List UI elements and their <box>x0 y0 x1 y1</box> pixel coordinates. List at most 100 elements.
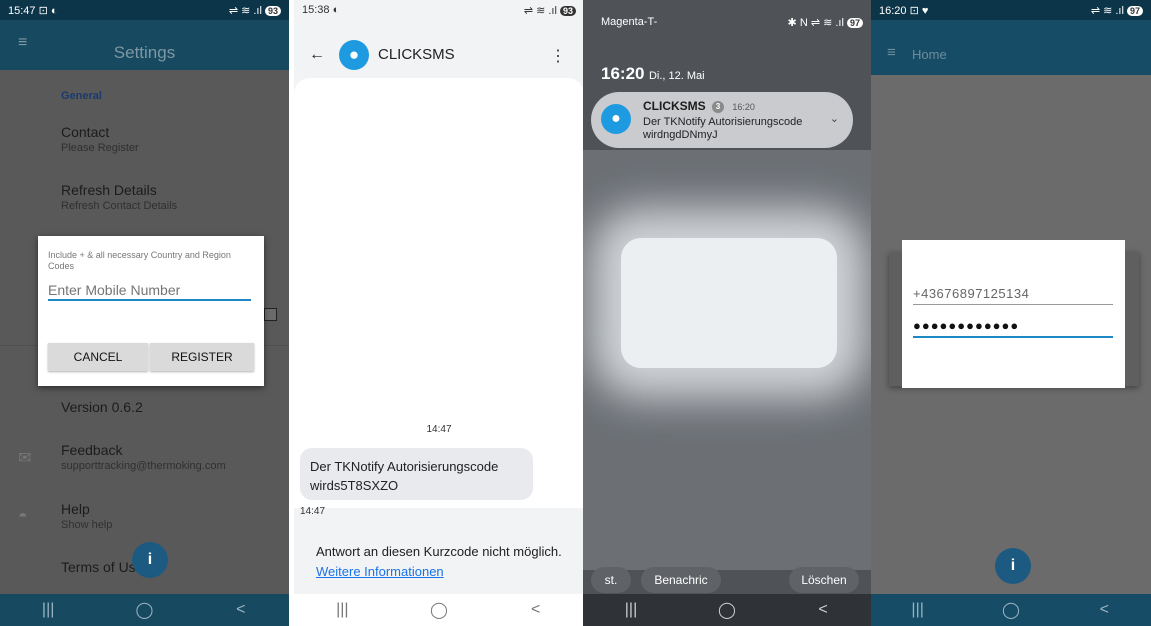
settings-screen: 15:47 ⊡ ◐ ⇌ ≋ .ıl 93 ≡ Settings General … <box>0 0 289 626</box>
notification-time: 16:20 <box>732 102 755 112</box>
thread-timestamp: 14:47 <box>426 424 452 435</box>
signal-icons: ✱ N ⇌ ≋ .ıl <box>787 17 844 29</box>
message-bubble[interactable]: Der TKNotify Autorisierungscode wirds5T8… <box>300 448 533 500</box>
settings-item-refresh-details[interactable]: Refresh Details Refresh Contact Details <box>61 182 177 212</box>
back-button[interactable]: < <box>1084 601 1124 619</box>
status-time: 15:38 <box>302 4 330 16</box>
register-button[interactable]: REGISTER <box>150 343 254 371</box>
mail-icon: ✉ <box>18 450 32 467</box>
dialog-hint: Include + & all necessary Country and Re… <box>48 250 231 271</box>
clear-button[interactable]: Löschen <box>789 567 859 593</box>
system-nav-bar: ||| ◯ < <box>871 594 1151 626</box>
conversation-header: ← ● CLICKSMS ⋮ <box>294 20 584 78</box>
info-fab-button[interactable]: i <box>132 542 168 578</box>
messages-screen: 15:38 ◐ ⇌ ≋ .ıl 93 ← ● CLICKSMS ⋮ 14:47 … <box>294 0 584 626</box>
blurred-content <box>621 238 837 368</box>
notification-count-badge: 3 <box>712 100 725 113</box>
recents-button[interactable]: ||| <box>28 601 68 619</box>
item-title: Contact <box>61 124 110 140</box>
clock-date: Di., 12. Mai <box>648 70 705 82</box>
recents-button[interactable]: ||| <box>322 601 362 619</box>
status-bar: 16:20 ⊡ ♥ ⇌ ≋ .ıl 97 <box>871 0 1151 20</box>
back-button[interactable]: < <box>221 601 261 619</box>
status-left-icons: ⊡ ♥ <box>909 5 929 17</box>
shade-action-left[interactable]: st. <box>591 567 631 593</box>
back-arrow-icon[interactable]: ← <box>309 46 325 64</box>
notification-shade: Magenta-T- ✱ N ⇌ ≋ .ıl 97 16:20 Di., 12.… <box>583 0 871 626</box>
back-button[interactable]: < <box>516 601 556 619</box>
verification-dialog: +43676897125134 ●●●●●●●●●●●● <box>902 240 1125 388</box>
item-title: Help <box>61 501 90 517</box>
more-options-icon[interactable]: ⋮ <box>550 46 566 66</box>
message-thread <box>294 78 584 508</box>
notification-message: Der TKNotify Autorisierungscode wirdngdD… <box>643 116 803 141</box>
status-left-icons: ◐ <box>332 4 340 16</box>
status-bar: Magenta-T- ✱ N ⇌ ≋ .ıl 97 <box>583 12 871 32</box>
info-fab-button[interactable]: i <box>995 548 1031 584</box>
help-icon: ◓ <box>18 508 28 525</box>
section-header-general: General <box>61 90 102 102</box>
status-bar: 15:47 ⊡ ◐ ⇌ ≋ .ıl 93 <box>0 0 289 20</box>
app-bar: ≡ Settings <box>0 20 289 70</box>
system-nav-bar: ||| ◯ < <box>294 594 584 626</box>
cancel-button[interactable]: CANCEL <box>48 343 148 371</box>
item-subtitle: supporttracking@thermoking.com <box>61 460 226 472</box>
mobile-number-input[interactable] <box>48 281 251 301</box>
battery-icon: 93 <box>559 6 576 16</box>
status-bar: 15:38 ◐ ⇌ ≋ .ıl 93 <box>294 0 584 20</box>
code-password-field[interactable]: ●●●●●●●●●●●● <box>913 318 1113 338</box>
recents-button[interactable]: ||| <box>898 601 938 619</box>
settings-item-help[interactable]: Help Show help <box>61 501 112 531</box>
chevron-down-icon[interactable]: ⌄ <box>830 112 839 125</box>
sms-notification[interactable]: ● CLICKSMS 3 16:20 Der TKNotify Autorisi… <box>591 92 853 148</box>
register-dialog: Include + & all necessary Country and Re… <box>38 236 264 386</box>
message-timestamp: 14:47 <box>300 506 326 517</box>
more-info-link[interactable]: Weitere Informationen <box>316 564 444 579</box>
system-nav-bar: ||| ◯ < <box>583 594 871 626</box>
home-button[interactable]: ◯ <box>991 600 1031 620</box>
app-bar: ≡ Home <box>871 20 1151 75</box>
item-title: Refresh Details <box>61 182 157 198</box>
reply-notice: Antwort an diesen Kurzcode nicht möglich… <box>294 524 584 594</box>
home-button[interactable]: ◯ <box>707 600 747 620</box>
settings-item-contact[interactable]: Contact Please Register <box>61 124 139 154</box>
battery-icon: 97 <box>1126 6 1143 16</box>
battery-icon: 93 <box>264 6 281 16</box>
settings-item-version: Version 0.6.2 <box>61 399 143 415</box>
battery-icon: 97 <box>846 18 863 28</box>
home-screen: 16:20 ⊡ ♥ ⇌ ≋ .ıl 97 ≡ Home +43676897125… <box>871 0 1151 626</box>
notification-settings-button[interactable]: Benachric <box>641 567 721 593</box>
carrier-name: Magenta-T- <box>601 16 658 28</box>
item-title: Version 0.6.2 <box>61 399 143 415</box>
page-title: Settings <box>113 43 176 62</box>
item-subtitle: Refresh Contact Details <box>61 200 178 212</box>
back-button[interactable]: < <box>803 601 843 619</box>
signal-icons: ⇌ ≋ .ıl <box>523 5 557 17</box>
info-icon: i <box>1010 557 1016 574</box>
signal-icons: ⇌ ≋ .ıl <box>1090 5 1124 17</box>
notice-text: Antwort an diesen Kurzcode nicht möglich… <box>316 544 562 559</box>
shade-clock: 16:20 Di., 12. Mai <box>601 64 705 84</box>
system-nav-bar: ||| ◯ < <box>0 594 289 626</box>
page-title: Home <box>912 47 947 62</box>
info-icon: i <box>147 551 153 568</box>
signal-icons: ⇌ ≋ .ıl <box>228 5 262 17</box>
contact-avatar-icon[interactable]: ● <box>339 40 369 70</box>
hamburger-menu-icon[interactable]: ≡ <box>887 44 896 61</box>
messages-app-icon: ● <box>601 104 631 134</box>
item-subtitle: Please Register <box>61 142 139 154</box>
status-time: 16:20 <box>879 5 907 17</box>
recents-button[interactable]: ||| <box>611 601 651 619</box>
item-subtitle: Show help <box>61 519 113 531</box>
settings-item-feedback[interactable]: Feedback supporttracking@thermoking.com <box>61 442 226 472</box>
clock-time: 16:20 <box>601 64 645 83</box>
phone-number-field[interactable]: +43676897125134 <box>913 286 1113 305</box>
status-time: 15:47 <box>8 5 36 17</box>
settings-checkbox[interactable] <box>264 308 277 321</box>
status-left-icons: ⊡ ◐ <box>38 5 58 17</box>
home-button[interactable]: ◯ <box>124 600 164 620</box>
home-button[interactable]: ◯ <box>419 600 459 620</box>
notification-app-name: CLICKSMS <box>643 99 706 113</box>
item-title: Feedback <box>61 442 123 458</box>
contact-name[interactable]: CLICKSMS <box>378 46 455 63</box>
